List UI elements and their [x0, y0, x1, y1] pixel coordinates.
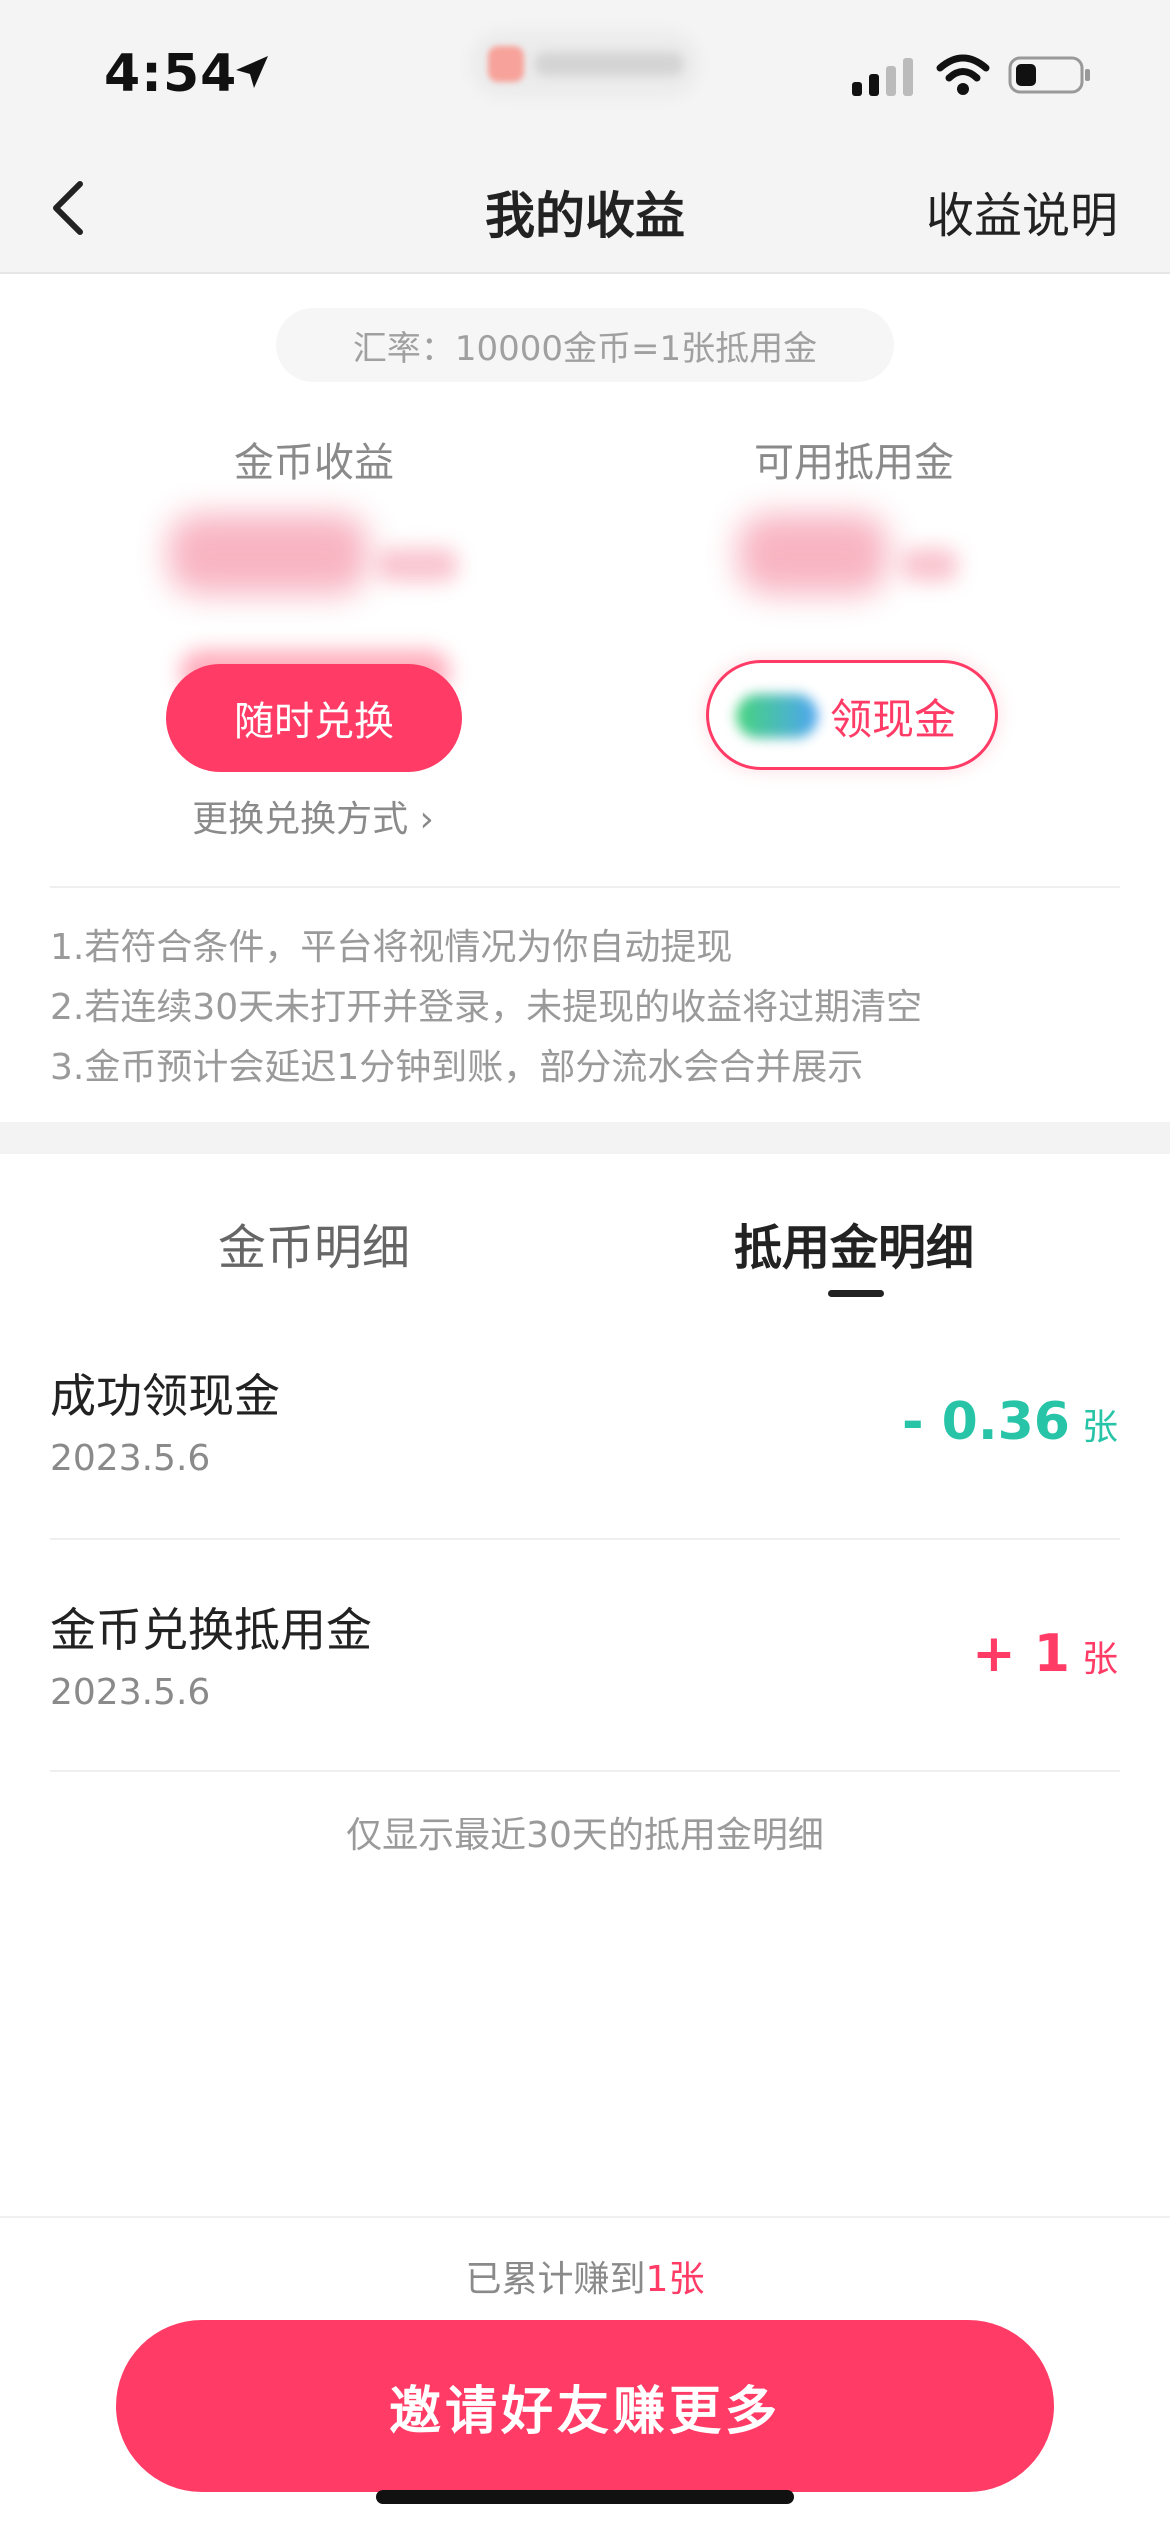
record-amount-value: + 1	[972, 1624, 1070, 1684]
total-earned-prefix: 已累计赚到	[465, 2259, 646, 2300]
records-footnote: 仅显示最近30天的抵用金明细	[346, 1815, 824, 1856]
record-title: 金币兑换抵用金	[50, 1603, 372, 1657]
voucher-available-label: 可用抵用金	[754, 440, 954, 486]
note-item: 3.金币预计会延迟1分钟到账，部分流水会合并展示	[50, 1047, 864, 1088]
coin-amount-redacted	[168, 514, 368, 594]
record-date: 2023.5.6	[50, 1438, 211, 1479]
notes-divider	[50, 886, 1120, 888]
wifi-icon	[936, 54, 990, 95]
claim-cash-label[interactable]: 领现金	[830, 686, 956, 747]
change-exchange-method-link[interactable]: 更换兑换方式 ›	[0, 790, 626, 842]
record-amount-unit: 张	[1081, 1639, 1118, 1680]
coin-earnings-label: 金币收益	[234, 440, 394, 486]
coin-unit-redacted	[378, 548, 458, 582]
cash-toggle-icon	[736, 694, 818, 738]
active-tab-indicator	[828, 1290, 884, 1297]
app-indicator-icon	[488, 46, 524, 82]
record-amount: + 1 张	[972, 1624, 1118, 1684]
total-earned-value: 1张	[645, 2259, 705, 2300]
total-earned: 已累计赚到1张	[0, 2250, 1170, 2302]
record-date: 2023.5.6	[50, 1672, 211, 1713]
section-gap	[0, 1122, 1170, 1154]
record-title: 成功领现金	[50, 1369, 280, 1423]
exchange-rate-pill: 汇率：10000金币=1张抵用金	[276, 308, 894, 382]
record-amount: - 0.36 张	[902, 1392, 1118, 1452]
battery-icon	[1008, 56, 1090, 94]
invite-friends-button[interactable]: 邀请好友赚更多	[116, 2320, 1054, 2492]
bottom-separator	[0, 2216, 1170, 2218]
earnings-help-link[interactable]: 收益说明	[926, 176, 1118, 246]
note-item: 2.若连续30天未打开并登录，未提现的收益将过期清空	[50, 987, 923, 1028]
record-amount-unit: 张	[1081, 1407, 1118, 1448]
voucher-amount-redacted	[738, 514, 888, 594]
tab-voucher-details[interactable]: 抵用金明细	[644, 1208, 1064, 1278]
record-divider	[50, 1770, 1120, 1772]
exchange-anytime-button[interactable]: 随时兑换	[166, 664, 462, 772]
status-time: 4:54	[104, 44, 238, 104]
home-indicator	[376, 2490, 794, 2504]
location-arrow-icon	[236, 56, 268, 88]
tab-coin-details[interactable]: 金币明细	[104, 1208, 524, 1278]
cellular-signal-icon	[852, 58, 913, 96]
voucher-unit-redacted	[902, 548, 958, 582]
island-blurred-label	[534, 52, 684, 76]
record-amount-value: - 0.36	[902, 1392, 1070, 1452]
record-divider	[50, 1538, 1120, 1540]
note-item: 1.若符合条件，平台将视情况为你自动提现	[50, 927, 733, 968]
